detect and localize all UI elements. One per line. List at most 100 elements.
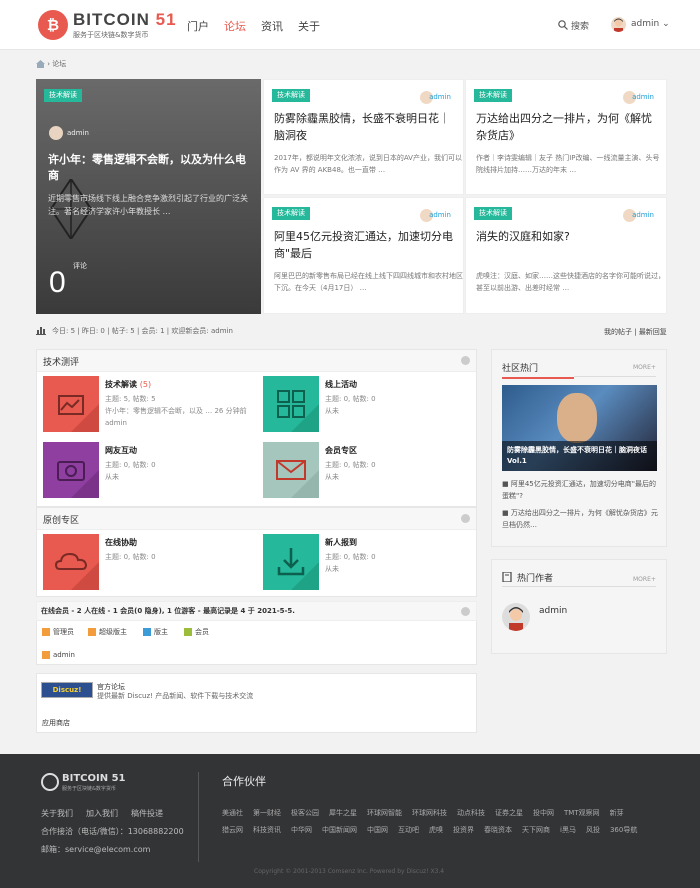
featured-post[interactable]: 技术解读 admin 许小年：零售逻辑不会断，以及为什么电商 近期零售市场线下线… — [36, 79, 261, 314]
app-store-link[interactable]: 应用商店 — [42, 718, 70, 728]
divider — [502, 586, 656, 587]
card-title[interactable]: 防雾除霾黑胶情，长盛不衰明日花｜脑洞夜 — [274, 110, 459, 144]
partner-link[interactable]: 中华网 — [291, 822, 312, 839]
forum-name[interactable]: 技术解读 (5) — [105, 379, 151, 390]
card-title[interactable]: 阿里45亿元投资汇通达，加速切分电商"最后 — [274, 228, 459, 262]
partner-link[interactable]: 第一财经 — [253, 805, 281, 822]
hot-list-item[interactable]: ■ 万达给出四分之一排片，为何《解忧杂货店》元旦档仍然… — [502, 507, 660, 531]
section-title[interactable]: 原创专区 — [43, 513, 79, 526]
partner-link[interactable]: 犀牛之星 — [329, 805, 357, 822]
forum-name[interactable]: 会员专区 — [325, 445, 357, 456]
partner-link[interactable]: 证券之星 — [495, 805, 523, 822]
user-menu[interactable]: admin ⌄ — [631, 19, 670, 29]
forum-name[interactable]: 网友互动 — [105, 445, 137, 456]
partner-link[interactable]: 中国新闻网 — [322, 822, 357, 839]
card-title[interactable]: 消失的汉庭和如家? — [476, 228, 661, 245]
partner-link[interactable]: TMT观察网 — [564, 805, 600, 822]
bitcoin-logo-icon[interactable]: ₿ — [38, 10, 68, 40]
forum-name[interactable]: 线上活动 — [325, 379, 357, 390]
card-author[interactable]: admin — [429, 93, 451, 101]
card-title[interactable]: 万达给出四分之一排片，为何《解忧杂货店》 — [476, 110, 661, 144]
post-card[interactable]: 技术解读 admin 阿里45亿元投资汇通达，加速切分电商"最后 阿里巴巴的新零… — [263, 197, 464, 314]
hot-post-image[interactable]: 防雾除霾黑胶情，长盛不衰明日花｜脑洞夜话 Vol.1 — [502, 385, 657, 471]
more-link[interactable]: MORE+ — [633, 576, 656, 583]
card-author[interactable]: admin — [429, 211, 451, 219]
cloud-icon[interactable] — [43, 534, 99, 590]
download-icon[interactable] — [263, 534, 319, 590]
partner-link[interactable]: 天下网商 — [522, 822, 550, 839]
partner-link[interactable]: 360导航 — [610, 822, 637, 839]
user-avatar[interactable] — [611, 17, 626, 32]
partner-link[interactable]: 投资界 — [453, 822, 474, 839]
forum-stats: 今日: 5 | 昨日: 0 | 帖子: 5 | 会员: 1 | 欢迎新会员: a… — [36, 326, 233, 336]
my-posts-link[interactable]: 我的帖子 — [604, 328, 632, 336]
partner-link[interactable]: 新芽 — [610, 805, 624, 822]
forum-item[interactable]: 在线协助 主题: 0, 帖数: 0 — [37, 534, 252, 594]
home-icon[interactable] — [36, 60, 45, 68]
nav-about[interactable]: 关于 — [298, 18, 320, 34]
hero-title[interactable]: 许小年：零售逻辑不会断，以及为什么电商 — [48, 152, 253, 184]
latest-replies-link[interactable]: 最新回复 — [639, 328, 667, 336]
card-tag[interactable]: 技术解读 — [474, 207, 512, 220]
camera-icon[interactable] — [43, 442, 99, 498]
partner-link[interactable]: 中国网 — [367, 822, 388, 839]
collapse-icon[interactable] — [461, 607, 470, 616]
partner-link[interactable]: 风投 — [586, 822, 600, 839]
post-card[interactable]: 技术解读 admin 消失的汉庭和如家? 虎嗅注：汉庭、如家……这些快捷酒店的名… — [465, 197, 667, 314]
partner-link[interactable]: 极客公园 — [291, 805, 319, 822]
collapse-icon[interactable] — [461, 514, 470, 523]
partner-link[interactable]: 动点科技 — [457, 805, 485, 822]
partner-link[interactable]: 美通社 — [222, 805, 243, 822]
partner-link[interactable]: 虎嗅 — [429, 822, 443, 839]
nav-portal[interactable]: 门户 — [187, 18, 209, 34]
card-author[interactable]: admin — [632, 93, 654, 101]
hot-list-item[interactable]: ■ 阿里45亿元投资汇通达，加速切分电商"最后的蛋糕"? — [502, 478, 660, 502]
forum-name[interactable]: 在线协助 — [105, 537, 137, 548]
search-icon[interactable] — [558, 20, 568, 30]
partner-link[interactable]: 投中网 — [533, 805, 554, 822]
image-caption[interactable]: 防雾除霾黑胶情，长盛不衰明日花｜脑洞夜话 Vol.1 — [507, 445, 655, 467]
forum-meta: 主题: 0, 帖数: 0 从未 — [105, 459, 255, 483]
join-us-link[interactable]: 加入我们 — [86, 808, 118, 819]
online-member[interactable]: admin — [42, 651, 75, 659]
hero-tag[interactable]: 技术解读 — [44, 89, 82, 102]
grid-icon[interactable] — [263, 376, 319, 432]
partner-link[interactable]: 科技资讯 — [253, 822, 281, 839]
chart-line-icon[interactable] — [43, 376, 99, 432]
forum-item[interactable]: 线上活动 主题: 0, 帖数: 0 从未 — [257, 376, 472, 436]
forum-item[interactable]: 技术解读 (5) 主题: 5, 帖数: 5 许小年：零售逻辑不会断，以及 … 26… — [37, 376, 252, 436]
search-link[interactable]: 搜索 — [571, 19, 589, 32]
nav-forum[interactable]: 论坛 — [224, 18, 246, 34]
about-us-link[interactable]: 关于我们 — [41, 808, 73, 819]
forum-last-post[interactable]: 许小年：零售逻辑不会断，以及 … 26 分钟前 admin — [105, 405, 255, 429]
forum-item[interactable]: 网友互动 主题: 0, 帖数: 0 从未 — [37, 442, 252, 502]
partner-link[interactable]: i黑马 — [560, 822, 576, 839]
post-card[interactable]: 技术解读 admin 万达给出四分之一排片，为何《解忧杂货店》 作者｜李诗雯编辑… — [465, 79, 667, 195]
partner-link[interactable]: 互动吧 — [398, 822, 419, 839]
discuz-logo[interactable]: Discuz! — [41, 682, 93, 698]
partner-link[interactable]: 猎云网 — [222, 822, 243, 839]
forum-item[interactable]: 新人报到 主题: 0, 帖数: 0 从未 — [257, 534, 472, 594]
nav-news[interactable]: 资讯 — [261, 18, 283, 34]
author-avatar[interactable] — [502, 603, 530, 631]
more-link[interactable]: MORE+ — [633, 364, 656, 371]
forum-name[interactable]: 新人报到 — [325, 537, 357, 548]
breadcrumb-current[interactable]: 论坛 — [52, 60, 66, 68]
author-avatar[interactable] — [49, 126, 63, 140]
mail-icon[interactable] — [263, 442, 319, 498]
partner-link[interactable]: 环球网科技 — [412, 805, 447, 822]
post-card[interactable]: 技术解读 admin 防雾除霾黑胶情，长盛不衰明日花｜脑洞夜 2017年，都说明… — [263, 79, 464, 195]
submit-link[interactable]: 稿件投递 — [131, 808, 163, 819]
card-tag[interactable]: 技术解读 — [272, 207, 310, 220]
hero-author[interactable]: admin — [67, 129, 89, 137]
section-title[interactable]: 技术测评 — [43, 355, 79, 368]
author-name[interactable]: admin — [539, 606, 567, 616]
card-author[interactable]: admin — [632, 211, 654, 219]
partner-link[interactable]: 春晓资本 — [484, 822, 512, 839]
collapse-icon[interactable] — [461, 356, 470, 365]
brand-name[interactable]: BITCOIN 51 — [73, 10, 177, 30]
card-tag[interactable]: 技术解读 — [474, 89, 512, 102]
forum-item[interactable]: 会员专区 主题: 0, 帖数: 0 从未 — [257, 442, 472, 502]
card-tag[interactable]: 技术解读 — [272, 89, 310, 102]
partner-link[interactable]: 环球网智能 — [367, 805, 402, 822]
